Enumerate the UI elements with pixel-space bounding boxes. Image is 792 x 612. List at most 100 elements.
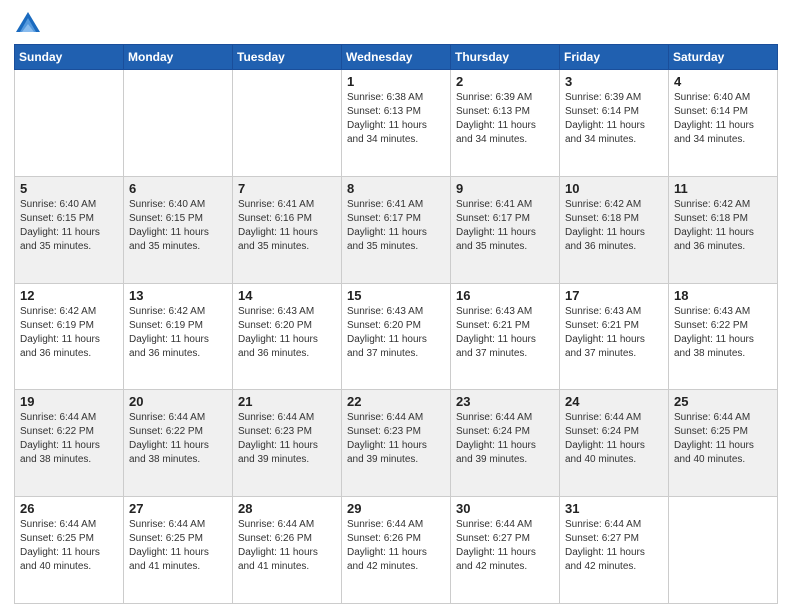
day-number: 1 <box>347 74 445 89</box>
calendar-cell: 19Sunrise: 6:44 AM Sunset: 6:22 PM Dayli… <box>15 390 124 497</box>
calendar-cell: 18Sunrise: 6:43 AM Sunset: 6:22 PM Dayli… <box>669 283 778 390</box>
day-number: 11 <box>674 181 772 196</box>
day-info: Sunrise: 6:44 AM Sunset: 6:23 PM Dayligh… <box>238 411 336 467</box>
calendar-table: SundayMondayTuesdayWednesdayThursdayFrid… <box>14 44 778 604</box>
weekday-header-tuesday: Tuesday <box>233 45 342 70</box>
weekday-header-friday: Friday <box>560 45 669 70</box>
header <box>14 10 778 38</box>
day-number: 13 <box>129 288 227 303</box>
calendar-cell: 5 Sunrise: 6:40 AM Sunset: 6:15 PM Daylig… <box>15 176 124 283</box>
calendar-week-4: 19 Sunrise: 6:44 AM Sunset: 6:22 PM Dayli… <box>15 390 778 497</box>
calendar-cell <box>233 70 342 177</box>
calendar-cell: 30 Sunrise: 6:44 AM Sunset: 6:27 PM Dayli… <box>451 497 560 604</box>
day-number: 23 <box>456 394 554 409</box>
day-number: 6 <box>129 181 227 196</box>
calendar-cell: 1 Sunrise: 6:38 AM Sunset: 6:13 PM Daylig… <box>342 70 451 177</box>
day-info: Sunrise: 6:43 AM Sunset: 6:22 PM Dayligh… <box>674 305 772 361</box>
weekday-header-wednesday: Wednesday <box>342 45 451 70</box>
weekday-header-row: SundayMondayTuesdayWednesdayThursdayFrid… <box>15 45 778 70</box>
day-info: Sunrise: 6:43 AM Sunset: 6:20 PM Dayligh… <box>347 305 445 361</box>
day-info: Sunrise: 6:44 AM Sunset: 6:25 PM Dayligh… <box>20 518 118 574</box>
day-info: Sunrise: 6:44 AM Sunset: 6:24 PM Dayligh… <box>456 411 554 467</box>
calendar-cell <box>15 70 124 177</box>
day-info: Sunrise: 6:44 AM Sunset: 6:26 PM Dayligh… <box>347 518 445 574</box>
day-info: Sunrise: 6:44 AM Sunset: 6:25 PM Dayligh… <box>674 411 772 467</box>
logo <box>14 10 46 38</box>
day-number: 31 <box>565 501 663 516</box>
calendar-cell <box>124 70 233 177</box>
calendar-week-5: 26 Sunrise: 6:44 AM Sunset: 6:25 PM Dayli… <box>15 497 778 604</box>
day-number: 2 <box>456 74 554 89</box>
calendar-cell: 17 Sunrise: 6:43 AM Sunset: 6:21 PM Dayli… <box>560 283 669 390</box>
day-info: Sunrise: 6:44 AM Sunset: 6:25 PM Dayligh… <box>129 518 227 574</box>
day-number: 15 <box>347 288 445 303</box>
day-number: 17 <box>565 288 663 303</box>
day-number: 10 <box>565 181 663 196</box>
calendar-cell: 7 Sunrise: 6:41 AM Sunset: 6:16 PM Daylig… <box>233 176 342 283</box>
calendar-cell: 10 Sunrise: 6:42 AM Sunset: 6:18 PM Dayli… <box>560 176 669 283</box>
day-number: 9 <box>456 181 554 196</box>
calendar-cell: 23 Sunrise: 6:44 AM Sunset: 6:24 PM Dayli… <box>451 390 560 497</box>
day-number: 22 <box>347 394 445 409</box>
day-number: 21 <box>238 394 336 409</box>
calendar-cell: 2 Sunrise: 6:39 AM Sunset: 6:13 PM Daylig… <box>451 70 560 177</box>
calendar-cell: 27 Sunrise: 6:44 AM Sunset: 6:25 PM Dayli… <box>124 497 233 604</box>
day-info: Sunrise: 6:41 AM Sunset: 6:17 PM Dayligh… <box>347 198 445 254</box>
day-info: Sunrise: 6:43 AM Sunset: 6:21 PM Dayligh… <box>456 305 554 361</box>
day-number: 24 <box>565 394 663 409</box>
day-info: Sunrise: 6:39 AM Sunset: 6:13 PM Dayligh… <box>456 91 554 147</box>
calendar-cell: 26 Sunrise: 6:44 AM Sunset: 6:25 PM Dayli… <box>15 497 124 604</box>
day-info: Sunrise: 6:44 AM Sunset: 6:24 PM Dayligh… <box>565 411 663 467</box>
day-number: 25 <box>674 394 772 409</box>
day-number: 27 <box>129 501 227 516</box>
calendar-cell: 9 Sunrise: 6:41 AM Sunset: 6:17 PM Daylig… <box>451 176 560 283</box>
day-number: 7 <box>238 181 336 196</box>
calendar-cell: 25 Sunrise: 6:44 AM Sunset: 6:25 PM Dayli… <box>669 390 778 497</box>
page: SundayMondayTuesdayWednesdayThursdayFrid… <box>0 0 792 612</box>
calendar-cell: 31 Sunrise: 6:44 AM Sunset: 6:27 PM Dayli… <box>560 497 669 604</box>
day-info: Sunrise: 6:44 AM Sunset: 6:22 PM Dayligh… <box>129 411 227 467</box>
day-info: Sunrise: 6:40 AM Sunset: 6:15 PM Dayligh… <box>20 198 118 254</box>
day-number: 28 <box>238 501 336 516</box>
day-info: Sunrise: 6:41 AM Sunset: 6:17 PM Dayligh… <box>456 198 554 254</box>
weekday-header-thursday: Thursday <box>451 45 560 70</box>
day-number: 8 <box>347 181 445 196</box>
calendar-cell: 21 Sunrise: 6:44 AM Sunset: 6:23 PM Dayli… <box>233 390 342 497</box>
calendar-cell: 20 Sunrise: 6:44 AM Sunset: 6:22 PM Dayli… <box>124 390 233 497</box>
calendar-week-2: 5 Sunrise: 6:40 AM Sunset: 6:15 PM Daylig… <box>15 176 778 283</box>
weekday-header-sunday: Sunday <box>15 45 124 70</box>
calendar-cell: 3 Sunrise: 6:39 AM Sunset: 6:14 PM Daylig… <box>560 70 669 177</box>
calendar-week-3: 12Sunrise: 6:42 AM Sunset: 6:19 PM Dayli… <box>15 283 778 390</box>
day-info: Sunrise: 6:44 AM Sunset: 6:27 PM Dayligh… <box>456 518 554 574</box>
calendar-cell <box>669 497 778 604</box>
day-info: Sunrise: 6:44 AM Sunset: 6:27 PM Dayligh… <box>565 518 663 574</box>
day-info: Sunrise: 6:41 AM Sunset: 6:16 PM Dayligh… <box>238 198 336 254</box>
day-number: 12 <box>20 288 118 303</box>
day-number: 30 <box>456 501 554 516</box>
calendar-week-1: 1 Sunrise: 6:38 AM Sunset: 6:13 PM Daylig… <box>15 70 778 177</box>
day-number: 14 <box>238 288 336 303</box>
day-number: 26 <box>20 501 118 516</box>
calendar-cell: 4Sunrise: 6:40 AM Sunset: 6:14 PM Daylig… <box>669 70 778 177</box>
calendar-cell: 24 Sunrise: 6:44 AM Sunset: 6:24 PM Dayli… <box>560 390 669 497</box>
day-number: 5 <box>20 181 118 196</box>
day-number: 3 <box>565 74 663 89</box>
calendar-cell: 15 Sunrise: 6:43 AM Sunset: 6:20 PM Dayli… <box>342 283 451 390</box>
logo-icon <box>14 10 42 38</box>
day-number: 20 <box>129 394 227 409</box>
calendar-cell: 13Sunrise: 6:42 AM Sunset: 6:19 PM Dayli… <box>124 283 233 390</box>
day-info: Sunrise: 6:39 AM Sunset: 6:14 PM Dayligh… <box>565 91 663 147</box>
weekday-header-saturday: Saturday <box>669 45 778 70</box>
day-info: Sunrise: 6:42 AM Sunset: 6:18 PM Dayligh… <box>565 198 663 254</box>
calendar-cell: 28Sunrise: 6:44 AM Sunset: 6:26 PM Dayli… <box>233 497 342 604</box>
calendar-cell: 14Sunrise: 6:43 AM Sunset: 6:20 PM Dayli… <box>233 283 342 390</box>
day-info: Sunrise: 6:38 AM Sunset: 6:13 PM Dayligh… <box>347 91 445 147</box>
day-info: Sunrise: 6:43 AM Sunset: 6:21 PM Dayligh… <box>565 305 663 361</box>
calendar-cell: 16 Sunrise: 6:43 AM Sunset: 6:21 PM Dayli… <box>451 283 560 390</box>
day-number: 19 <box>20 394 118 409</box>
calendar-cell: 8 Sunrise: 6:41 AM Sunset: 6:17 PM Daylig… <box>342 176 451 283</box>
day-number: 29 <box>347 501 445 516</box>
day-number: 16 <box>456 288 554 303</box>
calendar-cell: 22Sunrise: 6:44 AM Sunset: 6:23 PM Dayli… <box>342 390 451 497</box>
day-info: Sunrise: 6:40 AM Sunset: 6:15 PM Dayligh… <box>129 198 227 254</box>
